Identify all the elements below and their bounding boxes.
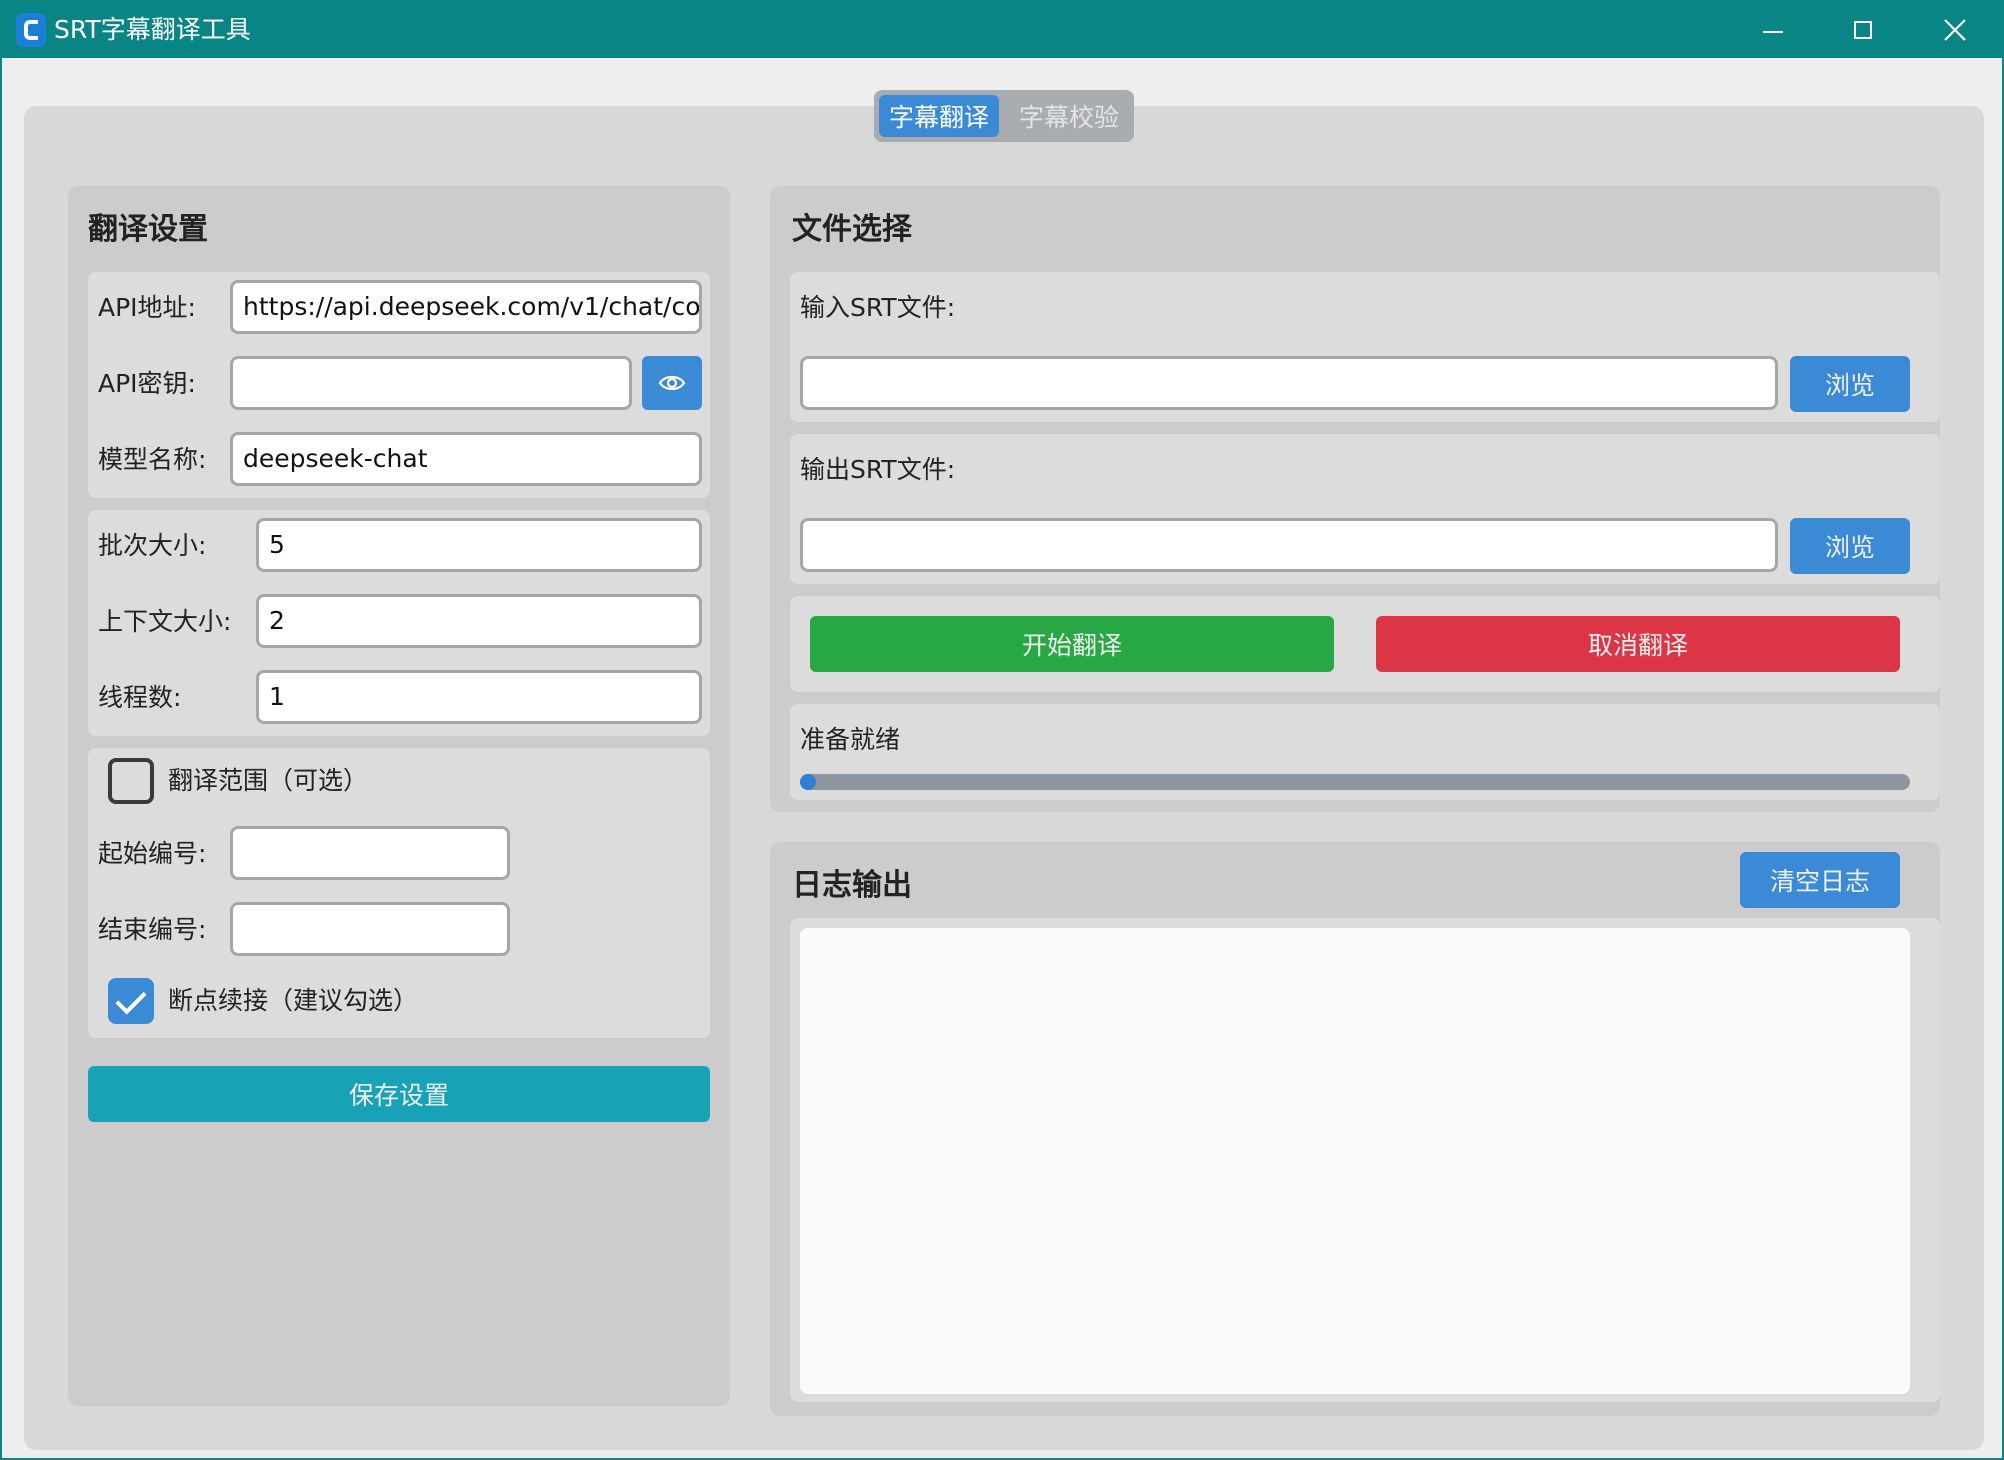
settings-title: 翻译设置	[88, 212, 208, 247]
clear-log-button[interactable]: 清空日志	[1740, 852, 1900, 908]
range-checkbox-label: 翻译范围（可选）	[168, 766, 369, 795]
resume-checkbox[interactable]	[108, 978, 154, 1024]
app-window: SRT字幕翻译工具 字幕翻译 字幕校验 翻译设置 API地址: https://…	[0, 0, 2004, 1460]
range-checkbox[interactable]	[108, 758, 154, 804]
eye-icon	[658, 375, 686, 391]
log-panel: 日志输出 清空日志	[770, 842, 1940, 1416]
resume-checkbox-label: 断点续接（建议勾选）	[168, 986, 419, 1015]
minimize-icon	[1763, 31, 1783, 33]
batch-group: 批次大小: 5 上下文大小: 2 线程数: 1	[88, 510, 710, 736]
output-file-label: 输出SRT文件:	[800, 455, 956, 484]
save-settings-button[interactable]: 保存设置	[88, 1066, 710, 1122]
cancel-translate-button[interactable]: 取消翻译	[1376, 616, 1900, 672]
threads-label: 线程数:	[98, 683, 182, 712]
threads-input[interactable]: 1	[256, 670, 702, 724]
status-group: 准备就绪	[790, 704, 1940, 800]
progress-bar-fill	[800, 774, 816, 790]
input-browse-button[interactable]: 浏览	[1790, 356, 1910, 412]
api-key-label: API密钥:	[98, 369, 196, 398]
start-index-label: 起始编号:	[98, 839, 207, 868]
window-title: SRT字幕翻译工具	[54, 15, 251, 44]
start-index-input[interactable]	[230, 826, 510, 880]
close-button[interactable]	[1910, 2, 2000, 58]
maximize-icon	[1854, 21, 1872, 39]
title-bar: SRT字幕翻译工具	[2, 2, 2002, 58]
api-key-input[interactable]	[230, 356, 632, 410]
file-panel: 文件选择 输入SRT文件: 浏览 输出SRT文件: 浏览 开始翻译 取消翻译 准…	[770, 186, 1940, 812]
tab-translate[interactable]: 字幕翻译	[879, 95, 999, 137]
range-group: 翻译范围（可选） 起始编号: 结束编号: 断点续接（建议勾选）	[88, 748, 710, 1038]
log-textarea[interactable]	[800, 928, 1910, 1394]
output-browse-button[interactable]: 浏览	[1790, 518, 1910, 574]
end-index-label: 结束编号:	[98, 915, 207, 944]
status-text: 准备就绪	[800, 725, 901, 754]
maximize-button[interactable]	[1818, 2, 1908, 58]
minimize-button[interactable]	[1728, 2, 1818, 58]
batch-label: 批次大小:	[98, 531, 207, 560]
tab-verify[interactable]: 字幕校验	[1009, 95, 1129, 137]
close-icon	[1944, 19, 1966, 41]
log-group	[790, 918, 1940, 1402]
app-logo-icon	[16, 13, 46, 47]
input-file-input[interactable]	[800, 356, 1778, 410]
api-url-label: API地址:	[98, 293, 196, 322]
context-size-input[interactable]: 2	[256, 594, 702, 648]
input-file-group: 输入SRT文件: 浏览	[790, 272, 1940, 422]
tab-bar: 字幕翻译 字幕校验	[874, 90, 1134, 142]
action-group: 开始翻译 取消翻译	[790, 596, 1940, 692]
settings-panel: 翻译设置 API地址: https://api.deepseek.com/v1/…	[68, 186, 730, 1406]
file-title: 文件选择	[792, 212, 912, 247]
api-url-input[interactable]: https://api.deepseek.com/v1/chat/complet…	[230, 280, 702, 334]
model-input[interactable]: deepseek-chat	[230, 432, 702, 486]
output-file-input[interactable]	[800, 518, 1778, 572]
toggle-key-visibility-button[interactable]	[642, 356, 702, 410]
context-label: 上下文大小:	[98, 607, 232, 636]
start-translate-button[interactable]: 开始翻译	[810, 616, 1334, 672]
api-group: API地址: https://api.deepseek.com/v1/chat/…	[88, 272, 710, 498]
batch-size-input[interactable]: 5	[256, 518, 702, 572]
input-file-label: 输入SRT文件:	[800, 293, 956, 322]
output-file-group: 输出SRT文件: 浏览	[790, 434, 1940, 584]
progress-bar	[800, 774, 1910, 790]
model-label: 模型名称:	[98, 445, 207, 474]
log-title: 日志输出	[792, 868, 912, 903]
end-index-input[interactable]	[230, 902, 510, 956]
